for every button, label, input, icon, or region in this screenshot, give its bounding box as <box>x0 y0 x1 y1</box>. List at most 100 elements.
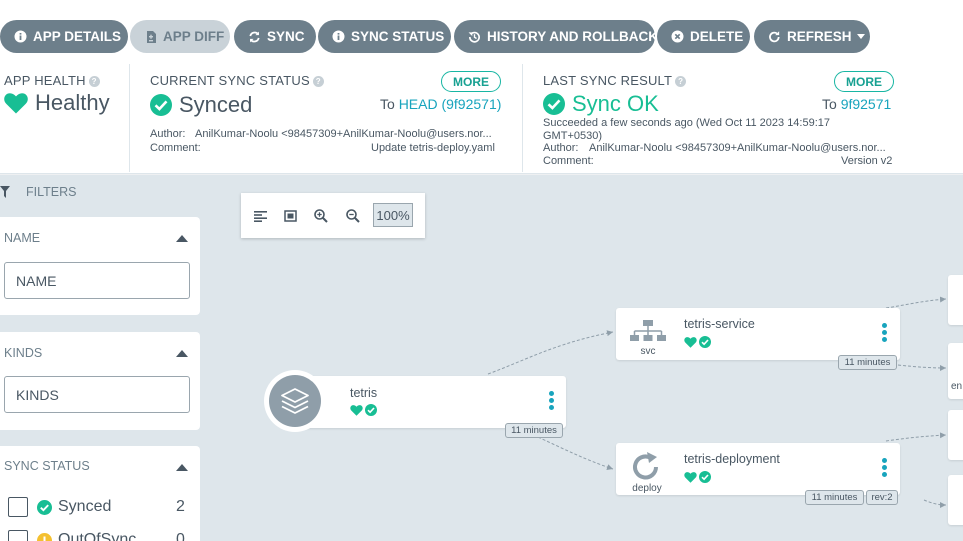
name-filter-input[interactable]: NAME <box>4 262 190 299</box>
node-kind: en <box>951 381 963 392</box>
close-circle-icon <box>671 30 684 43</box>
current-sync-comment-label: Comment: <box>150 142 201 154</box>
heart-icon <box>684 471 697 483</box>
health-sync-indicators <box>350 404 377 416</box>
age-badge: 11 minutes <box>505 423 563 438</box>
zoom-out-icon[interactable] <box>343 206 363 226</box>
app-health-value: Healthy <box>4 90 110 116</box>
collapse-icon[interactable] <box>176 350 188 357</box>
history-rollback-button[interactable]: HISTORY AND ROLLBACK <box>454 20 658 53</box>
current-sync-comment: Update tetris-deploy.yaml <box>371 142 495 154</box>
refresh-button[interactable]: REFRESH <box>754 20 870 53</box>
health-sync-indicators <box>684 471 711 483</box>
app-health-label: APP HEALTH? <box>4 73 100 88</box>
sync-icon <box>248 30 261 43</box>
check-circle-icon <box>699 336 711 348</box>
child-node[interactable] <box>948 475 963 525</box>
help-icon[interactable]: ? <box>675 76 687 87</box>
last-sync-comment: Version v2 <box>841 155 893 167</box>
filter-count: 0 <box>176 531 185 541</box>
fit-to-screen-icon[interactable] <box>280 206 300 226</box>
edge <box>897 364 947 371</box>
checkbox[interactable] <box>8 530 28 541</box>
current-sync-more-button[interactable]: MORE <box>441 71 501 92</box>
name-filter-panel: NAME NAME <box>0 217 200 315</box>
deploy-icon <box>633 452 658 480</box>
filter-option-synced[interactable]: Synced 2 <box>8 497 185 517</box>
heart-icon <box>4 92 28 113</box>
revision-link[interactable]: HEAD (9f92571) <box>399 96 502 112</box>
last-sync-value: Sync OK <box>543 91 659 117</box>
edge <box>487 330 614 375</box>
age-badge: 11 minutes <box>838 355 897 370</box>
edge <box>885 296 947 309</box>
deployment-node-menu-icon[interactable] <box>882 458 887 479</box>
sync-status-button[interactable]: SYNC STATUS <box>318 20 451 53</box>
current-sync-author: AnilKumar-Noolu <98457309+AnilKumar-Nool… <box>195 128 492 140</box>
revision-badge: rev:2 <box>866 490 898 505</box>
current-sync-author-label: Author: <box>150 128 186 140</box>
app-node[interactable]: tetris <box>286 376 566 428</box>
child-node[interactable]: en <box>948 343 963 399</box>
refresh-icon <box>768 30 781 43</box>
filters-header[interactable]: FILTERS <box>0 185 76 199</box>
file-diff-icon <box>144 30 157 43</box>
toolbar: APP DETAILS APP DIFF SYNC SYNC STATUS HI… <box>0 0 963 64</box>
check-circle-icon <box>150 94 172 116</box>
align-left-icon[interactable] <box>250 206 270 226</box>
app-node-name: tetris <box>350 386 378 400</box>
deployment-node[interactable]: deploy tetris-deployment <box>616 443 900 495</box>
resource-tree-graph[interactable]: 100% tetris 11 minutes svc tetris-servic… <box>226 175 963 541</box>
child-node[interactable] <box>948 410 963 460</box>
service-node-name: tetris-service <box>684 317 755 331</box>
info-icon <box>14 30 27 43</box>
kinds-filter-panel: KINDS KINDS <box>0 332 200 430</box>
child-node[interactable] <box>948 275 963 325</box>
filters-sidebar: FILTERS NAME NAME KINDS KINDS SYNC STATU… <box>0 175 226 541</box>
history-icon <box>468 30 481 43</box>
sync-button[interactable]: SYNC <box>234 20 316 53</box>
kinds-filter-input[interactable]: KINDS <box>4 376 190 413</box>
revision-link[interactable]: 9f92571 <box>841 96 892 112</box>
zoom-level[interactable]: 100% <box>373 203 413 227</box>
last-sync-succeeded-tz: GMT+0530) <box>543 130 602 142</box>
current-sync-value: Synced <box>150 92 252 118</box>
age-badge: 11 minutes <box>805 490 864 505</box>
sync-status-filter-panel: SYNC STATUS Synced 2 OutOfSync 0 <box>0 446 200 541</box>
check-circle-icon <box>365 404 377 416</box>
app-diff-button[interactable]: APP DIFF <box>130 20 230 53</box>
check-circle-icon <box>37 499 52 515</box>
warning-circle-icon <box>37 532 52 541</box>
checkbox[interactable] <box>8 497 28 517</box>
network-icon <box>630 320 666 341</box>
edge <box>923 499 947 508</box>
last-sync-more-button[interactable]: MORE <box>834 71 894 92</box>
node-kind: deploy <box>632 483 662 494</box>
status-panel: APP HEALTH? Healthy CURRENT SYNC STATUS?… <box>0 64 963 174</box>
health-sync-indicators <box>684 336 711 348</box>
service-node-menu-icon[interactable] <box>882 323 887 344</box>
service-node[interactable]: svc tetris-service <box>616 308 900 360</box>
edge <box>537 436 614 470</box>
last-sync-succeeded: Succeeded a few seconds ago (Wed Oct 11 … <box>543 117 831 129</box>
heart-icon <box>350 404 363 416</box>
collapse-icon[interactable] <box>176 464 188 471</box>
info-icon <box>332 30 345 43</box>
filter-count: 2 <box>176 498 185 515</box>
delete-button[interactable]: DELETE <box>657 20 750 53</box>
help-icon[interactable]: ? <box>312 76 324 87</box>
help-icon[interactable]: ? <box>88 76 100 87</box>
collapse-icon[interactable] <box>176 235 188 242</box>
sync-status-filter-title: SYNC STATUS <box>4 459 90 473</box>
zoom-in-icon[interactable] <box>311 206 331 226</box>
app-node-menu-icon[interactable] <box>549 391 554 412</box>
divider <box>129 64 130 172</box>
app-node-icon-ring <box>264 370 326 432</box>
filter-option-outofsync[interactable]: OutOfSync 0 <box>8 530 185 541</box>
app-details-button[interactable]: APP DETAILS <box>0 20 128 53</box>
check-circle-icon <box>699 471 711 483</box>
last-sync-comment-label: Comment: <box>543 155 594 167</box>
last-sync-target: To 9f92571 <box>822 96 892 112</box>
chevron-down-icon[interactable] <box>856 34 865 39</box>
last-sync-author: AnilKumar-Noolu <98457309+AnilKumar-Nool… <box>589 142 886 154</box>
